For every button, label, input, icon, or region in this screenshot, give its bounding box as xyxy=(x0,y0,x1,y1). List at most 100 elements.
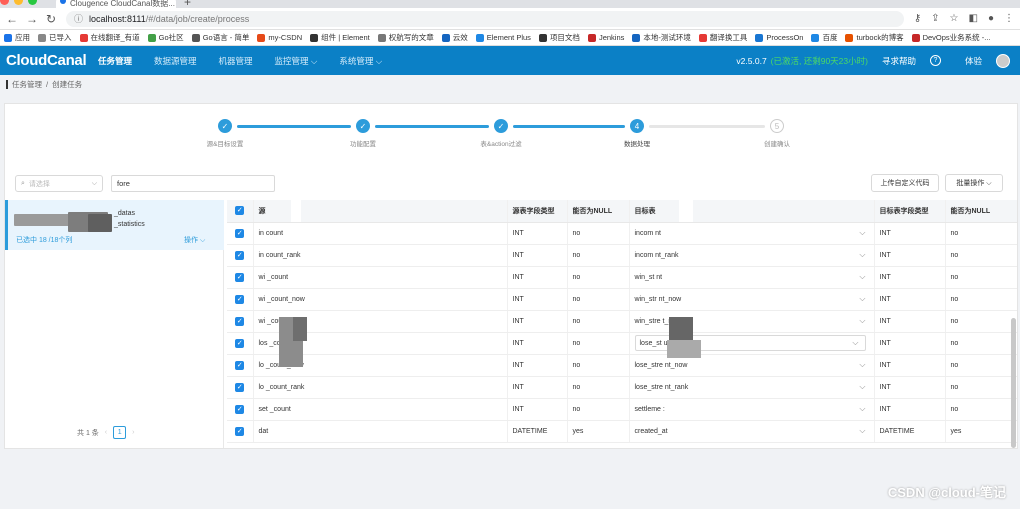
bookmark-item[interactable]: Go语言 - 简单 xyxy=(191,32,249,43)
target-column-cell[interactable]: settleme : ⌵ xyxy=(629,398,875,421)
reload-icon[interactable]: ↻ xyxy=(46,12,56,26)
target-column-select[interactable]: incom nt_rank ⌵ xyxy=(635,250,874,260)
table-select[interactable]: ⌕ 请选择 ⌵ xyxy=(15,175,103,192)
bookmark-item[interactable]: Go社区 xyxy=(147,32,184,43)
target-column-cell[interactable]: created_at ⌵ xyxy=(629,420,875,443)
upload-code-button[interactable]: 上传自定义代码 xyxy=(871,174,939,192)
table-list-item[interactable]: _datas _statistics 已选中 18 /18个列 操作 ⌵ xyxy=(5,200,224,250)
target-column-cell[interactable]: lose_stre nt_now ⌵ xyxy=(629,354,875,377)
row-select-cell[interactable]: ✓ xyxy=(227,266,254,289)
step-label: 表&action过滤 xyxy=(480,141,522,148)
row-select-cell[interactable]: ✓ xyxy=(227,398,254,421)
target-column-select[interactable]: settleme : ⌵ xyxy=(635,404,874,414)
share-icon[interactable]: ⇪ xyxy=(931,13,939,24)
row-checkbox[interactable]: ✓ xyxy=(235,294,245,304)
back-icon[interactable]: ← xyxy=(6,12,18,26)
row-select-cell[interactable]: ✓ xyxy=(227,310,254,333)
row-select-cell[interactable]: ✓ xyxy=(227,244,254,267)
bookmark-item[interactable]: 应用 xyxy=(4,32,30,43)
cloudcanal-logo[interactable]: CloudCanal xyxy=(6,52,98,69)
row-checkbox[interactable]: ✓ xyxy=(235,250,245,260)
table-scrollbar[interactable] xyxy=(1011,318,1016,448)
row-select-cell[interactable]: ✓ xyxy=(227,332,254,355)
key-icon[interactable]: ⚷ xyxy=(914,13,921,24)
chevron-down-icon: ⌵ xyxy=(859,426,866,435)
bookmark-item[interactable]: 云效 xyxy=(441,32,468,43)
forward-icon[interactable]: → xyxy=(26,12,38,26)
menu-task[interactable]: 任务管理 xyxy=(98,55,132,67)
search-input[interactable] xyxy=(111,175,275,192)
chevron-down-icon: ⌵ xyxy=(91,179,97,187)
bookmark-label: 项目文档 xyxy=(549,33,580,42)
target-column-cell[interactable]: win_str nt_now ⌵ xyxy=(629,288,875,311)
row-select-cell[interactable]: ✓ xyxy=(227,222,254,245)
select-all-checkbox[interactable]: ✓ xyxy=(235,206,245,216)
star-icon[interactable]: ☆ xyxy=(950,13,959,24)
row-checkbox[interactable]: ✓ xyxy=(235,404,245,414)
row-checkbox[interactable]: ✓ xyxy=(235,360,245,370)
row-select-cell[interactable]: ✓ xyxy=(227,354,254,377)
bookmark-item[interactable]: 翻译换工具 xyxy=(698,32,747,43)
row-checkbox[interactable]: ✓ xyxy=(235,228,245,238)
bookmark-item[interactable]: Jenkins xyxy=(587,33,624,42)
menu-system[interactable]: 系统管理 ⌵ xyxy=(339,55,382,67)
row-checkbox[interactable]: ✓ xyxy=(235,316,245,326)
prev-page-icon[interactable]: ‹ xyxy=(105,429,107,436)
target-column-cell[interactable]: incom nt ⌵ xyxy=(629,222,875,245)
target-column-select[interactable]: lose_stre nt_now ⌵ xyxy=(635,360,874,370)
target-column-select[interactable]: lose_stre nt_rank ⌵ xyxy=(635,382,874,392)
target-column-cell[interactable]: lose_st unt ⌵ xyxy=(629,332,875,355)
menu-datasource[interactable]: 数据源管理 xyxy=(154,55,197,67)
more-icon[interactable]: ⋮ xyxy=(1004,13,1014,24)
target-column-cell[interactable]: win_stre t_rank ⌵ xyxy=(629,310,875,333)
user-name[interactable]: 体验 xyxy=(965,55,982,67)
page-number[interactable]: 1 xyxy=(113,426,127,439)
bookmark-item[interactable]: ProcessOn xyxy=(755,33,803,42)
new-tab-icon[interactable]: + xyxy=(184,0,191,9)
bookmark-item[interactable]: 在线翻译_有道 xyxy=(79,32,140,43)
next-page-icon[interactable]: › xyxy=(132,429,134,436)
row-checkbox[interactable]: ✓ xyxy=(235,426,245,436)
menu-monitor[interactable]: 监控管理 ⌵ xyxy=(275,55,318,67)
step-3: ✓ 表&action过滤 xyxy=(451,119,551,148)
row-select-cell[interactable]: ✓ xyxy=(227,376,254,399)
url-field[interactable]: ⓘ localhost:8111/#/data/job/create/proce… xyxy=(66,10,904,27)
help-icon[interactable]: ? xyxy=(929,55,941,66)
batch-operation-button[interactable]: 批量操作 ⌵ xyxy=(945,174,1003,192)
target-column-cell[interactable]: win_st nt ⌵ xyxy=(629,266,875,289)
menu-machine[interactable]: 机器管理 xyxy=(219,55,253,67)
help-link[interactable]: 寻求帮助 xyxy=(882,55,916,67)
row-select-cell[interactable]: ✓ xyxy=(227,420,254,443)
browser-tab[interactable]: Clougence CloudCanal数据... xyxy=(56,0,176,8)
avatar[interactable] xyxy=(996,53,1010,68)
target-column-select[interactable]: created_at ⌵ xyxy=(635,426,874,436)
bookmark-item[interactable]: my-CSDN xyxy=(257,33,302,42)
select-all-header[interactable]: ✓ xyxy=(227,200,254,223)
row-checkbox[interactable]: ✓ xyxy=(235,382,245,392)
bookmark-item[interactable]: 本地-测试环境 xyxy=(632,32,691,43)
source-type: INT xyxy=(507,244,568,267)
target-column-cell[interactable]: lose_stre nt_rank ⌵ xyxy=(629,376,875,399)
operation-dropdown[interactable]: 操作 ⌵ xyxy=(184,235,205,245)
info-icon[interactable]: ⓘ xyxy=(74,12,83,25)
bookmark-label: 云效 xyxy=(452,33,468,42)
table-name-line1: _datas xyxy=(114,210,136,217)
target-column-select[interactable]: incom nt ⌵ xyxy=(635,228,874,238)
sidebar-icon[interactable]: ◧ xyxy=(969,13,978,24)
bookmark-item[interactable]: 权航写的文章 xyxy=(377,32,434,43)
bookmark-item[interactable]: turbock的博客 xyxy=(845,32,904,43)
target-column-select[interactable]: win_str nt_now ⌵ xyxy=(635,294,874,304)
profile-icon[interactable]: ● xyxy=(988,13,994,24)
bookmark-item[interactable]: 百度 xyxy=(811,32,837,43)
target-column-cell[interactable]: incom nt_rank ⌵ xyxy=(629,244,875,267)
bookmark-item[interactable]: 项目文档 xyxy=(538,32,580,43)
row-checkbox[interactable]: ✓ xyxy=(235,272,245,282)
breadcrumb-task[interactable]: 任务管理 xyxy=(12,79,42,90)
bookmark-item[interactable]: Element Plus xyxy=(475,33,531,42)
row-checkbox[interactable]: ✓ xyxy=(235,338,245,348)
bookmark-item[interactable]: 已导入 xyxy=(38,32,72,43)
bookmark-item[interactable]: DevOps业务系统 -... xyxy=(911,32,991,43)
target-column-select[interactable]: win_st nt ⌵ xyxy=(635,272,874,282)
row-select-cell[interactable]: ✓ xyxy=(227,288,254,311)
bookmark-item[interactable]: 组件 | Element xyxy=(310,32,370,43)
